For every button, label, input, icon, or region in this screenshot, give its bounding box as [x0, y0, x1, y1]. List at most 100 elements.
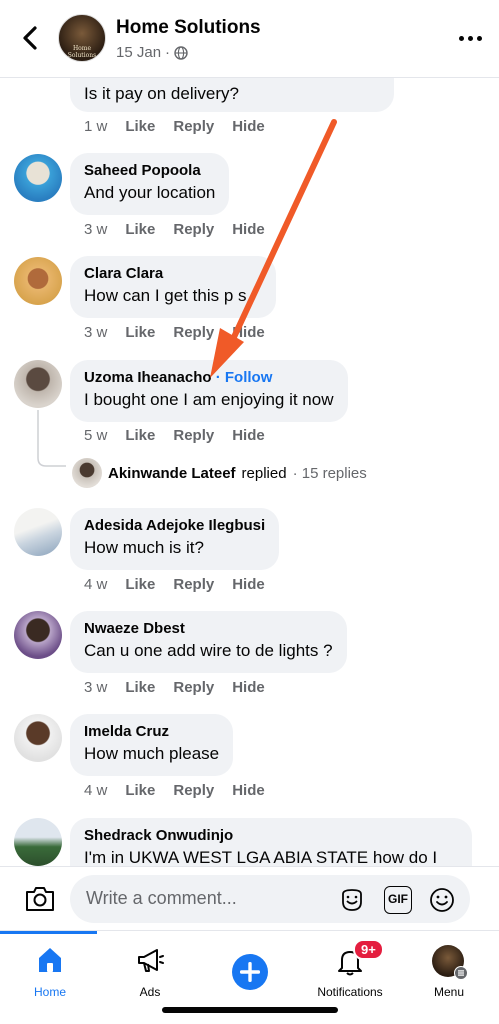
comment-time: 3 w	[84, 221, 108, 238]
comment-actions: 3 w Like Reply Hide	[84, 324, 265, 341]
comment-actions: 3 w Like Reply Hide	[84, 679, 265, 696]
commenter-name-row: Uzoma Iheanacho · Follow	[84, 368, 334, 388]
like-button[interactable]: Like	[125, 576, 155, 593]
reply-button[interactable]: Reply	[173, 679, 214, 696]
megaphone-icon	[138, 949, 164, 972]
post-meta: 15 Jan ·	[116, 44, 188, 61]
reply-button[interactable]: Reply	[173, 782, 214, 799]
reply-button[interactable]: Reply	[173, 576, 214, 593]
chevron-left-icon[interactable]	[16, 22, 44, 54]
nav-home[interactable]: Home	[0, 939, 100, 999]
emoji-icon[interactable]	[428, 886, 456, 914]
reply-action: replied	[241, 464, 287, 482]
page-avatar[interactable]: Home Solutions	[58, 14, 106, 62]
avatar[interactable]	[14, 508, 62, 556]
commenter-name[interactable]: Shedrack Onwudinjo	[84, 826, 458, 846]
hide-button[interactable]: Hide	[232, 576, 265, 593]
more-icon[interactable]	[457, 26, 483, 50]
comment-bubble[interactable]: Nwaeze Dbest Can u one add wire to de li…	[70, 611, 347, 673]
like-button[interactable]: Like	[125, 679, 155, 696]
avatar[interactable]	[14, 714, 62, 762]
reply-button[interactable]: Reply	[173, 118, 214, 135]
commenter-name[interactable]: Nwaeze Dbest	[84, 619, 333, 639]
nav-label: Notifications	[317, 985, 383, 999]
reply-author: Akinwande Lateef	[108, 464, 236, 482]
comment-input-placeholder: Write a comment...	[86, 888, 237, 908]
commenter-name[interactable]: Adesida Adejoke Ilegbusi	[84, 516, 265, 536]
comment-time: 4 w	[84, 576, 108, 593]
comment-bubble[interactable]: Imelda Cruz How much please	[70, 714, 234, 776]
commenter-name[interactable]: Clara Clara	[84, 264, 262, 284]
comment-text: Can u one add wire to de lights ?	[84, 641, 333, 660]
page-name[interactable]: Home Solutions	[116, 17, 261, 39]
comment-text: I bought one I am enjoying it now	[84, 390, 334, 409]
hide-button[interactable]: Hide	[232, 324, 265, 341]
comment-text: How much please	[84, 744, 220, 763]
comment-actions: 4 w Like Reply Hide	[84, 576, 265, 593]
comment-text: And your location	[84, 183, 216, 202]
page-avatar-text: Home Solutions	[67, 45, 97, 59]
reply-count: · 15 replies	[292, 464, 367, 482]
like-button[interactable]: Like	[125, 782, 155, 799]
comment-text: How can I get this p s	[84, 286, 247, 305]
commenter-name[interactable]: Saheed Popoola	[84, 161, 215, 181]
comment-text: I'm in UKWA WEST LGA ABIA STATE how do I	[84, 848, 438, 866]
replies-summary[interactable]: Akinwande Lateef replied · 15 replies	[72, 458, 367, 488]
menu-icon	[454, 966, 468, 980]
comment-time: 3 w	[84, 679, 108, 696]
like-button[interactable]: Like	[125, 221, 155, 238]
like-button[interactable]: Like	[125, 427, 155, 444]
comment-actions: 4 w Like Reply Hide	[84, 782, 265, 799]
nav-create[interactable]	[200, 939, 300, 999]
nav-label: Menu	[433, 985, 465, 999]
post-header: Home Solutions Home Solutions 15 Jan ·	[0, 0, 499, 78]
home-indicator	[162, 1007, 338, 1013]
reply-button[interactable]: Reply	[173, 221, 214, 238]
comment-time: 4 w	[84, 782, 108, 799]
notification-badge: 9+	[353, 939, 384, 960]
nav-label: Ads	[139, 985, 161, 999]
comment-bubble[interactable]: Shedrack Onwudinjo I'm in UKWA WEST LGA …	[70, 818, 472, 866]
nav-notifications[interactable]: 9+ Notifications	[300, 939, 400, 999]
like-button[interactable]: Like	[125, 118, 155, 135]
comment-bubble[interactable]: Adesida Adejoke Ilegbusi How much is it?	[70, 508, 280, 570]
reply-button[interactable]: Reply	[173, 324, 214, 341]
comment-text: Is it pay on delivery?	[84, 84, 239, 103]
comment-time: 5 w	[84, 427, 108, 444]
avatar[interactable]	[14, 611, 62, 659]
gif-icon[interactable]: GIF	[384, 886, 412, 914]
camera-icon[interactable]	[24, 885, 56, 913]
active-tab-indicator	[0, 931, 97, 934]
sticker-icon[interactable]	[338, 886, 366, 914]
home-icon	[39, 948, 61, 972]
avatar[interactable]	[14, 818, 62, 866]
nav-menu[interactable]: Menu	[399, 939, 499, 999]
comment-bubble[interactable]: Uzoma Iheanacho · Follow I bought one I …	[70, 360, 348, 422]
comment-actions: 3 w Like Reply Hide	[84, 221, 265, 238]
plus-icon	[232, 954, 268, 990]
comment-time: 1 w	[84, 118, 108, 135]
meta-separator: ·	[165, 44, 171, 61]
avatar	[72, 458, 102, 488]
comment-actions: 5 w Like Reply Hide	[84, 427, 265, 444]
comment-actions: 1 w Like Reply Hide	[84, 118, 265, 135]
hide-button[interactable]: Hide	[232, 118, 265, 135]
follow-button[interactable]: · Follow	[216, 369, 273, 386]
comment-bubble[interactable]: Saheed Popoola And your location	[70, 153, 230, 215]
comment-bubble[interactable]: Clara Clara How can I get this p s	[70, 256, 276, 318]
comment-input[interactable]: Write a comment... GIF	[70, 875, 470, 923]
hide-button[interactable]: Hide	[232, 679, 265, 696]
post-date: 15 Jan	[116, 44, 162, 61]
nav-label: Home	[33, 985, 66, 999]
like-button[interactable]: Like	[125, 324, 155, 341]
nav-ads[interactable]: Ads	[100, 939, 200, 999]
commenter-name[interactable]: Imelda Cruz	[84, 722, 219, 742]
globe-icon	[174, 45, 188, 60]
comment-time: 3 w	[84, 324, 108, 341]
hide-button[interactable]: Hide	[232, 782, 265, 799]
commenter-name[interactable]: Uzoma Iheanacho	[84, 369, 212, 386]
hide-button[interactable]: Hide	[232, 221, 265, 238]
hide-button[interactable]: Hide	[232, 427, 265, 444]
reply-button[interactable]: Reply	[173, 427, 214, 444]
comment-text: How much is it?	[84, 538, 204, 557]
